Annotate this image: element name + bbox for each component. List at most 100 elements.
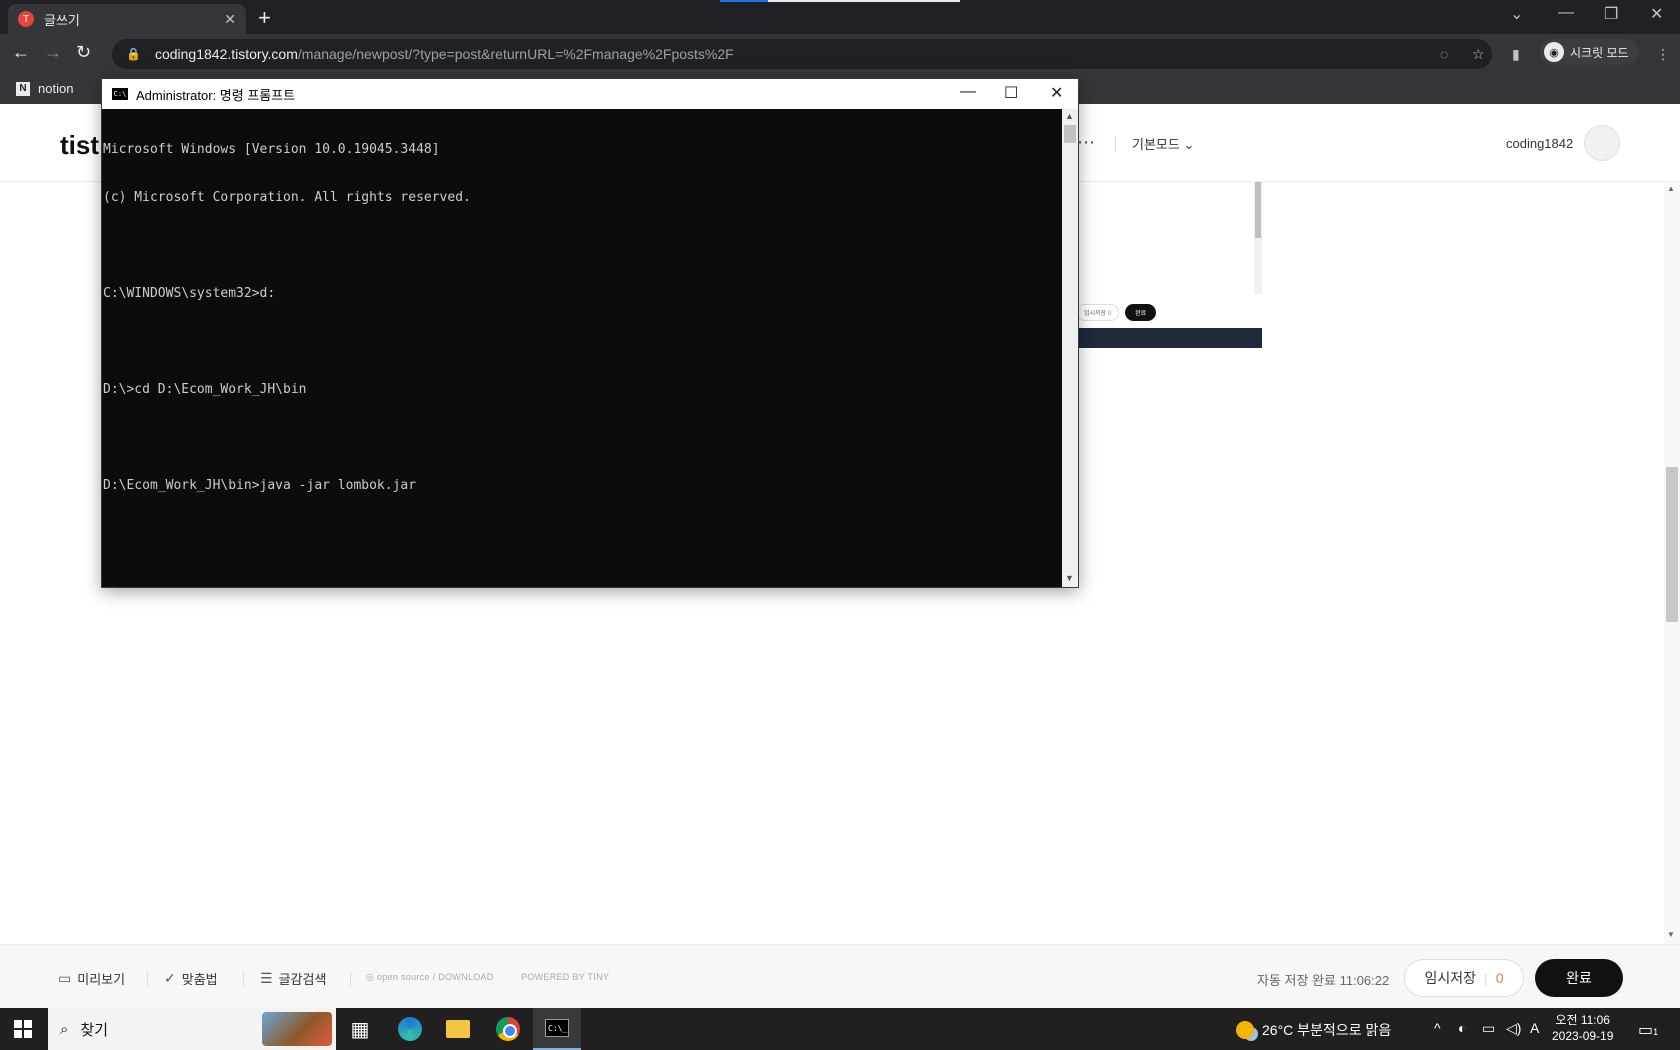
incognito-label: 시크릿 모드 xyxy=(1570,45,1629,60)
editor-mode-dropdown[interactable]: 기본모드 ⌄ xyxy=(1132,134,1194,153)
cmd-title-bar[interactable]: C:\ Administrator: 명령 프롬프트 xyxy=(102,79,1078,109)
search-highlight-image xyxy=(262,1012,332,1046)
scroll-up-icon[interactable]: ▲ xyxy=(1667,184,1675,193)
taskbar-chrome[interactable] xyxy=(484,1008,532,1050)
minimize-icon[interactable]: — xyxy=(1558,4,1574,22)
cmd-taskbar-icon: C:\_ xyxy=(545,1019,569,1037)
forward-arrow-icon[interactable]: → xyxy=(44,42,62,63)
editor-bottom-bar: ▭ 미리보기 ✓ 맞춤법 ☰ 글감검색 ◎ open source / DOWNLOA… xyxy=(0,944,1680,1008)
temp-save-count: 0 xyxy=(1495,970,1504,986)
taskbar-file-explorer[interactable] xyxy=(434,1008,482,1050)
ime-indicator[interactable]: A xyxy=(1530,1020,1539,1036)
browser-tab-active[interactable]: T 글쓰기 ✕ xyxy=(8,4,246,34)
url-path: /manage/newpost/?type=post&returnURL=%2F… xyxy=(297,46,734,62)
cmd-scroll-thumb[interactable] xyxy=(1064,125,1076,143)
spellcheck-icon: ✓ xyxy=(164,970,176,986)
header-divider xyxy=(1115,136,1116,152)
notion-icon: N xyxy=(16,81,30,96)
opensource-link[interactable]: ◎ open source / DOWNLOAD xyxy=(366,972,494,983)
publish-done-button[interactable]: 완료 xyxy=(1535,959,1623,997)
network-icon[interactable]: ▭ xyxy=(1482,1020,1495,1037)
loading-indicator-track xyxy=(768,0,960,2)
bookmark-notion[interactable]: N notion xyxy=(16,81,73,96)
taskbar-clock[interactable]: 오전 11:06 2023-09-19 xyxy=(1552,1012,1613,1044)
cmd-icon: C:\ xyxy=(112,88,128,100)
browser-menu-icon[interactable]: ⋮ xyxy=(1656,46,1670,63)
taskbar-search-box[interactable]: ⌕ 찾기 xyxy=(48,1008,336,1050)
new-tab-plus-icon[interactable]: + xyxy=(258,5,271,31)
tab-title: 글쓰기 xyxy=(44,12,80,28)
browser-tab-bar: T 글쓰기 ✕ + ⌄ — ❐ ✕ xyxy=(0,0,1680,34)
folder-icon xyxy=(446,1020,470,1038)
tray-chevron-up-icon[interactable]: ^ xyxy=(1434,1020,1441,1036)
embedded-image-panel xyxy=(1070,182,1262,294)
cmd-close-icon[interactable]: ✕ xyxy=(1050,83,1063,103)
eye-slash-icon[interactable]: ◌ xyxy=(1440,46,1448,62)
notification-center-icon[interactable]: ▭1 xyxy=(1638,1020,1658,1040)
volume-icon[interactable]: ◁) xyxy=(1506,1020,1521,1037)
chevron-down-icon: ⌄ xyxy=(1183,137,1195,152)
meet-now-icon[interactable]: ◐ xyxy=(1458,1020,1466,1036)
windows-taskbar: ⌕ 찾기 ▦ C:\_ 26°C 부분적으로 맑음 ^ ◐ ▭ ◁) A 오전 … xyxy=(0,1008,1680,1050)
tistory-favicon-icon: T xyxy=(18,11,34,27)
reload-icon[interactable]: ↻ xyxy=(76,42,91,63)
spellcheck-button[interactable]: ✓ 맞춤법 xyxy=(164,969,218,988)
cmd-scrollbar[interactable]: ▲ ▼ xyxy=(1062,109,1078,587)
url-host: coding1842.tistory.com xyxy=(154,46,298,62)
incognito-indicator[interactable]: ◉ 시크릿 모드 xyxy=(1540,39,1639,65)
side-panel-icon[interactable]: ▮ xyxy=(1512,46,1520,63)
weather-text: 26°C 부분적으로 맑음 xyxy=(1262,1022,1392,1038)
cmd-minimize-icon[interactable]: — xyxy=(960,83,976,101)
console-line: D:\Ecom_Work_JH\bin>java -jar lombok.jar xyxy=(103,478,417,493)
window-close-icon[interactable]: ✕ xyxy=(1650,4,1663,24)
cmd-title: Administrator: 명령 프롬프트 xyxy=(136,87,296,103)
tab-search-chevron-icon[interactable]: ⌄ xyxy=(1510,4,1523,24)
embedded-image-editor-bar: 임시저장 0 완료 xyxy=(1070,300,1262,324)
search-placeholder: 찾기 xyxy=(80,1021,109,1039)
page-scrollbar[interactable]: ▲ ▼ xyxy=(1664,182,1680,944)
taskbar-edge[interactable] xyxy=(386,1008,434,1050)
windows-start-icon[interactable] xyxy=(14,1020,32,1038)
bookmark-star-icon[interactable]: ☆ xyxy=(1472,46,1485,63)
restore-icon[interactable]: ❐ xyxy=(1604,4,1618,24)
console-line: C:\WINDOWS\system32>d: xyxy=(103,286,276,301)
preview-button[interactable]: ▭ 미리보기 xyxy=(58,969,125,988)
cmd-maximize-icon[interactable]: ☐ xyxy=(1004,83,1018,103)
taskbar-cmd[interactable]: C:\_ xyxy=(533,1008,581,1050)
temp-save-button[interactable]: 임시저장 | 0 xyxy=(1404,959,1524,997)
embedded-image-scrollbar xyxy=(1254,182,1262,294)
back-arrow-icon[interactable]: ← xyxy=(12,42,30,63)
username[interactable]: coding1842 xyxy=(1506,136,1573,151)
bookmark-label: notion xyxy=(38,81,74,96)
lock-icon: 🔒 xyxy=(126,47,141,61)
cmd-scroll-down-icon[interactable]: ▼ xyxy=(1065,573,1074,583)
autosave-status: 자동 저장 완료 11:06:22 xyxy=(1257,973,1390,988)
tistory-logo[interactable]: tist xyxy=(60,130,99,161)
cmd-console-output[interactable]: Microsoft Windows [Version 10.0.19045.34… xyxy=(102,109,1062,587)
powered-by-tiny: POWERED BY TINY xyxy=(521,972,610,982)
monitor-icon: ▭ xyxy=(58,970,72,986)
browser-toolbar: ← → ↻ 🔒 coding1842.tistory.com/manage/ne… xyxy=(0,34,1680,74)
search-icon: ⌕ xyxy=(60,1020,69,1038)
chrome-icon xyxy=(496,1017,520,1041)
console-line: (c) Microsoft Corporation. All rights re… xyxy=(103,190,471,205)
address-bar[interactable]: 🔒 coding1842.tistory.com/manage/newpost/… xyxy=(112,39,1492,69)
clock-time: 오전 11:06 xyxy=(1555,1013,1610,1027)
scroll-down-icon[interactable]: ▼ xyxy=(1667,930,1675,939)
incognito-icon: ◉ xyxy=(1544,42,1564,62)
tab-close-icon[interactable]: ✕ xyxy=(224,11,236,28)
partly-sunny-icon xyxy=(1236,1021,1254,1039)
cmd-scroll-up-icon[interactable]: ▲ xyxy=(1065,111,1074,121)
avatar[interactable] xyxy=(1584,125,1620,161)
content-search-button[interactable]: ☰ 글감검색 xyxy=(260,969,326,988)
weather-widget[interactable]: 26°C 부분적으로 맑음 xyxy=(1236,1020,1391,1040)
cmd-window[interactable]: C:\ Administrator: 명령 프롬프트 — ☐ ✕ Microso… xyxy=(101,78,1079,588)
task-view-icon[interactable]: ▦ xyxy=(336,1008,384,1050)
embedded-image-taskbar xyxy=(1070,328,1262,348)
more-dots-icon[interactable]: ⋯ xyxy=(1077,132,1095,153)
page-scroll-thumb[interactable] xyxy=(1666,467,1678,622)
notification-count: 1 xyxy=(1653,1027,1659,1037)
console-line: Microsoft Windows [Version 10.0.19045.34… xyxy=(103,142,440,157)
